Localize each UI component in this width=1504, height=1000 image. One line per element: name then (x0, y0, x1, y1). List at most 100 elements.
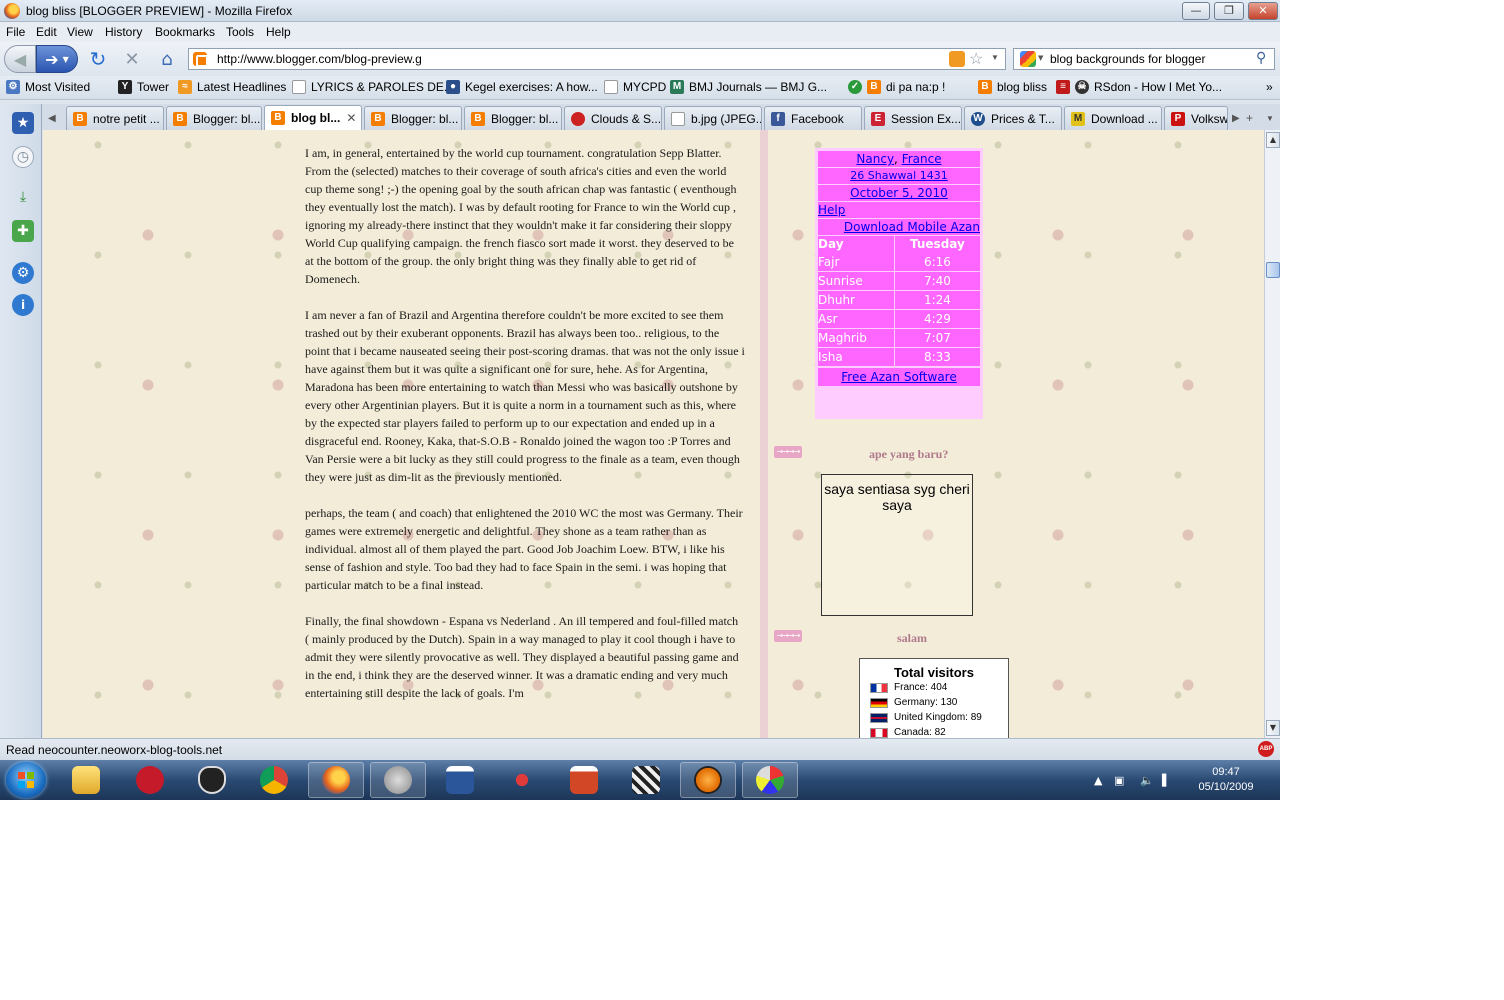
stop-icon[interactable]: ✕ (122, 49, 142, 70)
restore-button[interactable]: ❐ (1214, 2, 1244, 20)
new-tab-icon[interactable]: + (1244, 106, 1262, 130)
bookmarks-overflow-icon[interactable]: » (1266, 80, 1273, 94)
city-link[interactable]: Nancy (856, 152, 894, 166)
bookmark-lyrics[interactable]: LYRICS & PAROLES DE... (292, 80, 454, 94)
menu-edit[interactable]: Edit (36, 25, 57, 39)
addons-puzzle-icon[interactable]: ✚ (12, 220, 34, 242)
scroll-up-icon[interactable]: ▲ (1266, 132, 1280, 148)
tab-volkswagen[interactable]: PVolksw... (1164, 106, 1228, 130)
scroll-down-icon[interactable]: ▼ (1266, 720, 1280, 736)
bookmark-rsdon[interactable]: ≡ ☠ RSdon - How I Met Yo... (1056, 80, 1222, 94)
free-azan-software-link[interactable]: Free Azan Software (841, 370, 956, 384)
help-link[interactable]: Help (818, 203, 845, 217)
tab-facebook[interactable]: f Facebook (764, 106, 862, 130)
tab-notre-petit[interactable]: Bnotre petit ... (66, 106, 164, 130)
taskbar-mediaplayer[interactable] (618, 762, 674, 798)
scroll-thumb[interactable] (1266, 262, 1280, 278)
bookmark-star-sidebar-icon[interactable]: ★ (12, 112, 34, 134)
skull-icon: ☠ (1075, 80, 1089, 94)
tab-download[interactable]: M Download ... (1064, 106, 1162, 130)
tab-prices[interactable]: W Prices & T... (964, 106, 1062, 130)
vertical-scrollbar[interactable]: ▲ ▼ (1264, 130, 1280, 738)
taskbar-word[interactable] (432, 762, 488, 798)
settings-gear-icon[interactable]: ⚙ (12, 262, 34, 284)
back-button[interactable]: ◀ (4, 45, 36, 73)
menu-history[interactable]: History (105, 25, 142, 39)
taskbar-paint[interactable] (742, 762, 798, 798)
window-titlebar[interactable]: blog bliss [BLOGGER PREVIEW] - Mozilla F… (0, 0, 1280, 22)
rss-feed-icon[interactable] (949, 51, 965, 67)
start-button[interactable] (6, 762, 46, 798)
url-bar[interactable]: ☆ ▼ (188, 48, 1006, 70)
taskbar-acrobat[interactable] (122, 762, 178, 798)
bookmark-mycpd[interactable]: MYCPD (604, 80, 666, 94)
history-clock-icon[interactable]: ◷ (12, 146, 34, 168)
tab-b-jpg[interactable]: b.jpg (JPEG... (664, 106, 762, 130)
tab-blogger-1[interactable]: B Blogger: bl... (166, 106, 262, 130)
tab-scroll-right-icon[interactable]: ▶ (1230, 106, 1244, 130)
download-icon[interactable]: ⤓ (12, 186, 34, 208)
mayo-icon: ● (446, 80, 460, 94)
tab-list-icon[interactable]: ▼ (1264, 106, 1280, 130)
menu-view[interactable]: View (67, 25, 93, 39)
adblock-icon[interactable]: ABP (1258, 741, 1274, 757)
page-icon (292, 80, 306, 94)
taskbar-powerpoint[interactable] (556, 762, 612, 798)
tab-session[interactable]: E Session Ex... (864, 106, 962, 130)
google-search-engine-icon[interactable] (1020, 51, 1036, 67)
taskbar-headphones[interactable] (680, 762, 736, 798)
bookmark-kegel[interactable]: ● Kegel exercises: A how... (446, 80, 598, 94)
volume-icon[interactable]: 🔈 (1140, 774, 1154, 787)
magnifier-icon[interactable]: ⚲ (1256, 50, 1266, 66)
search-bar[interactable]: ▼ ⚲ (1013, 48, 1275, 70)
taskbar-chrome[interactable] (246, 762, 302, 798)
bookmark-bmj[interactable]: M BMJ Journals — BMJ G... (670, 80, 827, 94)
taskbar-alien[interactable] (184, 762, 240, 798)
clock-time: 09:47 (1212, 766, 1240, 778)
menu-file[interactable]: File (6, 25, 25, 39)
menu-help[interactable]: Help (266, 25, 291, 39)
taskbar-firefox[interactable] (308, 762, 364, 798)
blogger-favicon-icon (193, 52, 208, 67)
tab-blog-bliss[interactable]: Bblog bl... ✕ (264, 105, 362, 130)
prayer-times-table: Day Tuesday Fajr 6:16 Sunrise 7:40 Dhuhr 1:… (818, 236, 980, 367)
url-input[interactable] (217, 51, 917, 67)
bookmark-di-pa-nap[interactable]: ✓ Bdi pa na:p ! (848, 80, 945, 94)
info-icon[interactable]: i (12, 294, 34, 316)
home-icon[interactable]: ⌂ (156, 49, 178, 70)
bookmark-tower[interactable]: Y Tower (118, 80, 169, 94)
taskbar-media[interactable] (370, 762, 426, 798)
tab-blogger-3[interactable]: B Blogger: bl... (464, 106, 562, 130)
tab-close-icon[interactable]: ✕ (346, 111, 356, 125)
hijri-date-link[interactable]: 26 Shawwal 1431 (850, 169, 947, 182)
bookmark-latest-headlines[interactable]: ≈ Latest Headlines (178, 80, 286, 94)
bookmark-blog-bliss[interactable]: Bblog bliss (978, 80, 1047, 94)
engine-dropdown-icon[interactable]: ▼ (1038, 54, 1043, 62)
url-dropdown-icon[interactable]: ▼ (991, 53, 999, 62)
taskbar-snipping[interactable] (494, 762, 550, 798)
column-header-day: Day (818, 236, 895, 253)
tab-blogger-2[interactable]: B Blogger: bl... (364, 106, 462, 130)
forward-button[interactable]: ➔ ▼ (36, 45, 78, 73)
network-signal-icon[interactable]: ▌ (1162, 774, 1170, 787)
menu-bookmarks[interactable]: Bookmarks (155, 25, 215, 39)
date-link[interactable]: October 5, 2010 (850, 186, 948, 200)
minimize-button[interactable]: — (1182, 2, 1210, 20)
visitor-row: France: 404 (860, 680, 1008, 695)
clock-date: 05/10/2009 (1198, 781, 1254, 793)
system-clock[interactable]: 09:47 05/10/2009 (1186, 765, 1266, 795)
search-input[interactable] (1050, 51, 1250, 67)
taskbar-explorer[interactable] (58, 762, 114, 798)
download-mobile-azan-link[interactable]: Download Mobile Azan (844, 220, 980, 234)
close-button[interactable]: ✕ (1248, 2, 1278, 20)
bookmark-star-icon[interactable]: ☆ (969, 49, 983, 69)
menu-tools[interactable]: Tools (226, 25, 254, 39)
visitor-counter-widget[interactable]: Total visitors France: 404 Germany: 130 … (859, 658, 1009, 738)
tab-clouds[interactable]: Clouds & S... (564, 106, 662, 130)
country-link[interactable]: France (902, 152, 942, 166)
bookmark-most-visited[interactable]: ⚙ Most Visited (6, 80, 90, 94)
tray-expand-icon[interactable]: ▲ (1094, 774, 1102, 787)
reload-icon[interactable]: ↻ (88, 47, 108, 71)
tray-device-icon[interactable]: ▣ (1114, 774, 1124, 787)
word-icon (446, 766, 474, 794)
